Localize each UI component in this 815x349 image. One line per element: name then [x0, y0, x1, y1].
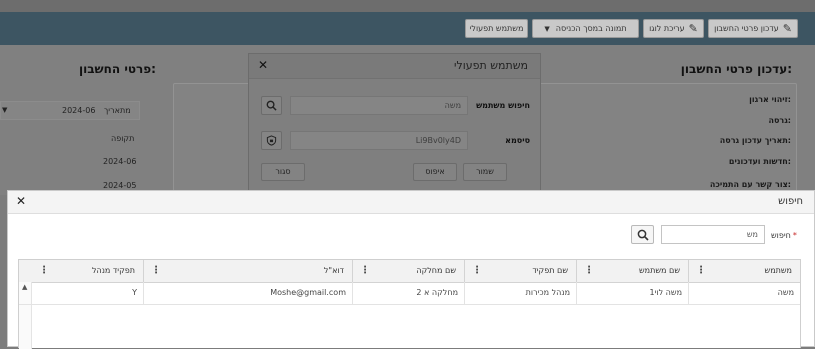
modal-header: משתמש תפעולי ✕ — [249, 54, 540, 79]
cell-department: מחלקה א 2 — [352, 282, 464, 304]
cell-value: מנהל מכירות — [525, 288, 570, 297]
column-header-email[interactable]: דוא"ל ⋮ — [143, 260, 352, 282]
password-input[interactable]: Li9Bv0ly4D — [290, 131, 468, 150]
cell-divider — [688, 282, 689, 304]
update-account-button[interactable]: עדכון פרטי החשבון ✎ — [708, 19, 798, 38]
news-label: חדשות ועדכונים: — [728, 157, 791, 166]
user-search-input[interactable]: משה — [290, 96, 468, 115]
column-divider — [143, 260, 144, 282]
cell-value: משה — [777, 288, 794, 297]
search-dialog: חיפוש ✕ חיפוש * מש משתמש ⋮ שם משתמש ⋮ שם … — [7, 190, 815, 349]
edit-logo-button[interactable]: עריכת לוגו ✎ — [643, 19, 704, 38]
cell-email: Moshe@gmail.com — [143, 282, 352, 304]
column-label: משתמש — [764, 266, 792, 275]
column-label: דוא"ל — [323, 266, 344, 275]
dialog-title: חיפוש — [778, 196, 803, 207]
pencil-icon: ✎ — [688, 22, 698, 35]
cell-value: מחלקה א 2 — [416, 288, 458, 297]
column-divider — [688, 260, 689, 282]
search-icon — [637, 229, 649, 241]
date-value: 2024-06 — [62, 106, 96, 115]
column-label: תפקיד מנהל — [91, 266, 135, 275]
dialog-header: חיפוש ✕ — [8, 191, 814, 214]
modal-title: משתמש תפעולי — [454, 59, 528, 72]
operative-user-modal: משתמש תפעולי ✕ חיפוש משתמש משה סיסמא Li9… — [248, 53, 541, 195]
date-label: מתאריך — [104, 106, 131, 115]
cell-manager-role: Y — [31, 282, 143, 304]
kebab-menu-icon[interactable]: ⋮ — [360, 260, 370, 282]
left-panel-title: פרטי החשבון: — [79, 62, 156, 76]
column-divider — [576, 260, 577, 282]
support-label: צור קשר עם התמיכה: — [709, 180, 791, 189]
column-label: שם מחלקה — [416, 266, 456, 275]
cell-value: Moshe@gmail.com — [270, 288, 346, 297]
kebab-menu-icon[interactable]: ⋮ — [472, 260, 482, 282]
version-label: גרסה: — [768, 116, 791, 125]
column-header-department[interactable]: שם מחלקה ⋮ — [352, 260, 464, 282]
cell-divider — [143, 282, 144, 304]
close-button[interactable]: סגור — [261, 163, 305, 181]
row-divider — [19, 304, 800, 305]
column-header-role[interactable]: שם תפקיד ⋮ — [464, 260, 576, 282]
cell-role: מנהל מכירות — [464, 282, 576, 304]
cell-divider — [464, 282, 465, 304]
period-item: 2024-06 — [103, 157, 137, 166]
column-divider — [464, 260, 465, 282]
kebab-menu-icon[interactable]: ⋮ — [39, 260, 49, 282]
login-image-dropdown[interactable]: ▼ תמונה במסך הכניסה — [532, 19, 639, 38]
close-icon[interactable]: ✕ — [258, 58, 268, 72]
cell-divider — [352, 282, 353, 304]
kebab-menu-icon[interactable]: ⋮ — [696, 260, 706, 282]
password-label: סיסמא — [505, 136, 530, 145]
reset-button[interactable]: איפוס — [413, 163, 457, 181]
kebab-menu-icon[interactable]: ⋮ — [151, 260, 161, 282]
shield-icon — [266, 135, 277, 146]
org-id-label: זיהוי ארגון: — [749, 95, 791, 104]
chevron-down-icon: ▼ — [2, 106, 8, 114]
period-label: תקופה — [111, 134, 135, 143]
column-label: שם משתמש — [639, 266, 680, 275]
kebab-menu-icon[interactable]: ⋮ — [584, 260, 594, 282]
save-button[interactable]: שמור — [463, 163, 507, 181]
cell-value: משה לוי1 — [649, 288, 682, 297]
generate-password-button[interactable] — [261, 131, 282, 150]
column-header-user[interactable]: משתמש ⋮ — [688, 260, 800, 282]
user-search-label: חיפוש משתמש — [476, 101, 530, 110]
column-header-manager-role[interactable]: תפקיד מנהל ⋮ — [31, 260, 143, 282]
column-label: שם תפקיד — [532, 266, 568, 275]
edit-logo-label: עריכת לוגו — [649, 24, 685, 33]
scroll-up-icon[interactable]: ▲ — [22, 283, 27, 291]
version-date-label: תאריך עדכון גרסה: — [719, 136, 791, 145]
required-mark: * — [792, 231, 797, 240]
column-divider — [352, 260, 353, 282]
cell-value: Y — [132, 288, 137, 297]
cell-user: משה — [688, 282, 800, 304]
search-button[interactable] — [631, 225, 654, 244]
search-input[interactable]: מש — [661, 225, 765, 244]
operative-user-button[interactable]: משתמש תפעולי — [465, 19, 528, 38]
search-icon — [266, 100, 277, 111]
period-item: 2024-05 — [103, 181, 137, 190]
chevron-down-icon: ▼ — [544, 24, 550, 33]
right-panel-title: עדכון פרטי החשבון: — [680, 62, 792, 76]
operative-user-label: משתמש תפעולי — [469, 24, 524, 33]
update-account-label: עדכון פרטי החשבון — [714, 24, 779, 33]
cell-divider — [576, 282, 577, 304]
search-label: חיפוש * — [771, 231, 797, 240]
cell-username: משה לוי1 — [576, 282, 688, 304]
close-icon[interactable]: ✕ — [16, 194, 26, 208]
column-header-username[interactable]: שם משתמש ⋮ — [576, 260, 688, 282]
user-search-button[interactable] — [261, 96, 282, 115]
search-label-text: חיפוש — [771, 231, 791, 240]
login-image-label: תמונה במסך הכניסה — [555, 24, 627, 33]
results-table: משתמש ⋮ שם משתמש ⋮ שם תפקיד ⋮ שם מחלקה ⋮… — [18, 259, 801, 349]
pencil-icon: ✎ — [782, 22, 792, 35]
